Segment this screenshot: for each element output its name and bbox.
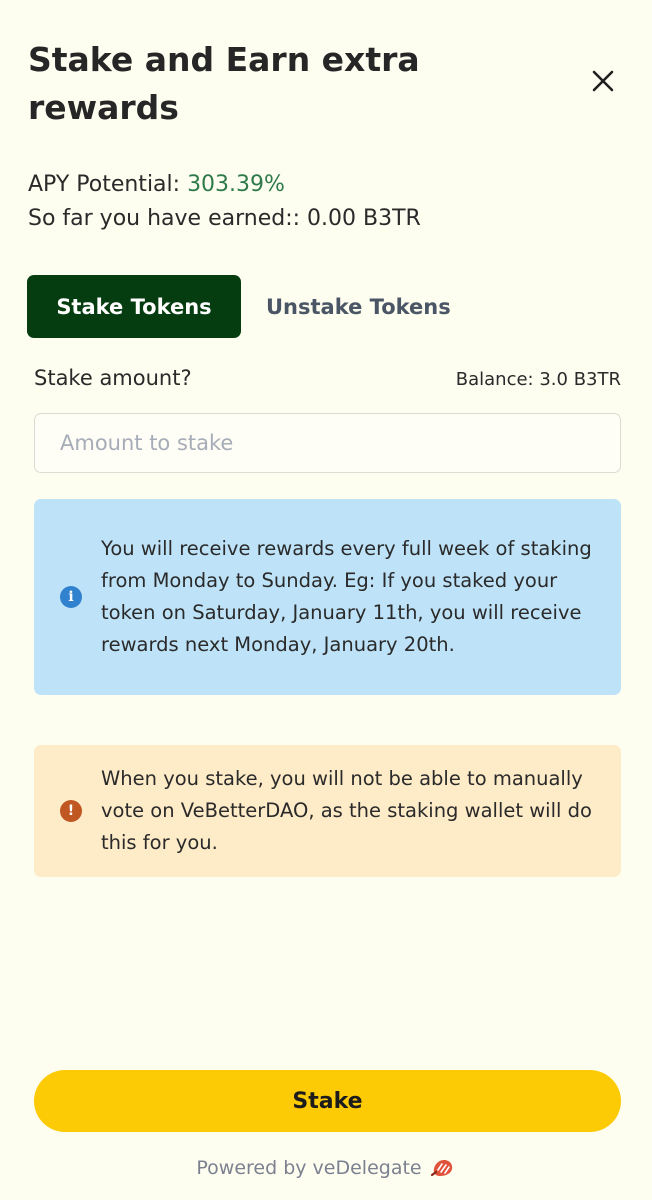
stats-block: APY Potential: 303.39% So far you have e… — [28, 168, 421, 236]
warning-alert: ! When you stake, you will not be able t… — [34, 745, 621, 877]
amount-input[interactable] — [34, 413, 621, 473]
close-icon — [592, 70, 614, 92]
apy-label: APY Potential: — [28, 172, 188, 197]
earned-line: So far you have earned:: 0.00 B3TR — [28, 206, 421, 231]
modal-title: Stake and Earn extra rewards — [28, 40, 420, 127]
tab-unstake-tokens[interactable]: Unstake Tokens — [266, 275, 451, 338]
powered-by-text: Powered by veDelegate — [196, 1157, 422, 1179]
warning-alert-text: When you stake, you will not be able to … — [101, 767, 592, 854]
stake-button[interactable]: Stake — [34, 1070, 621, 1132]
info-alert-text: You will receive rewards every full week… — [101, 537, 592, 656]
apy-value: 303.39% — [187, 172, 285, 197]
vedelegate-logo-icon — [430, 1160, 452, 1177]
footer: Powered by veDelegate — [0, 1157, 652, 1179]
close-button[interactable] — [584, 62, 622, 100]
info-icon: i — [60, 586, 82, 608]
tab-stake-tokens[interactable]: Stake Tokens — [27, 275, 241, 338]
warning-icon: ! — [60, 800, 82, 822]
apy-line: APY Potential: 303.39% — [28, 168, 421, 202]
stake-modal: Stake and Earn extra rewards APY Potenti… — [0, 0, 652, 1200]
balance-text: Balance: 3.0 B3TR — [455, 369, 621, 390]
info-alert: i You will receive rewards every full we… — [34, 499, 621, 695]
stake-amount-label: Stake amount? — [34, 366, 192, 390]
